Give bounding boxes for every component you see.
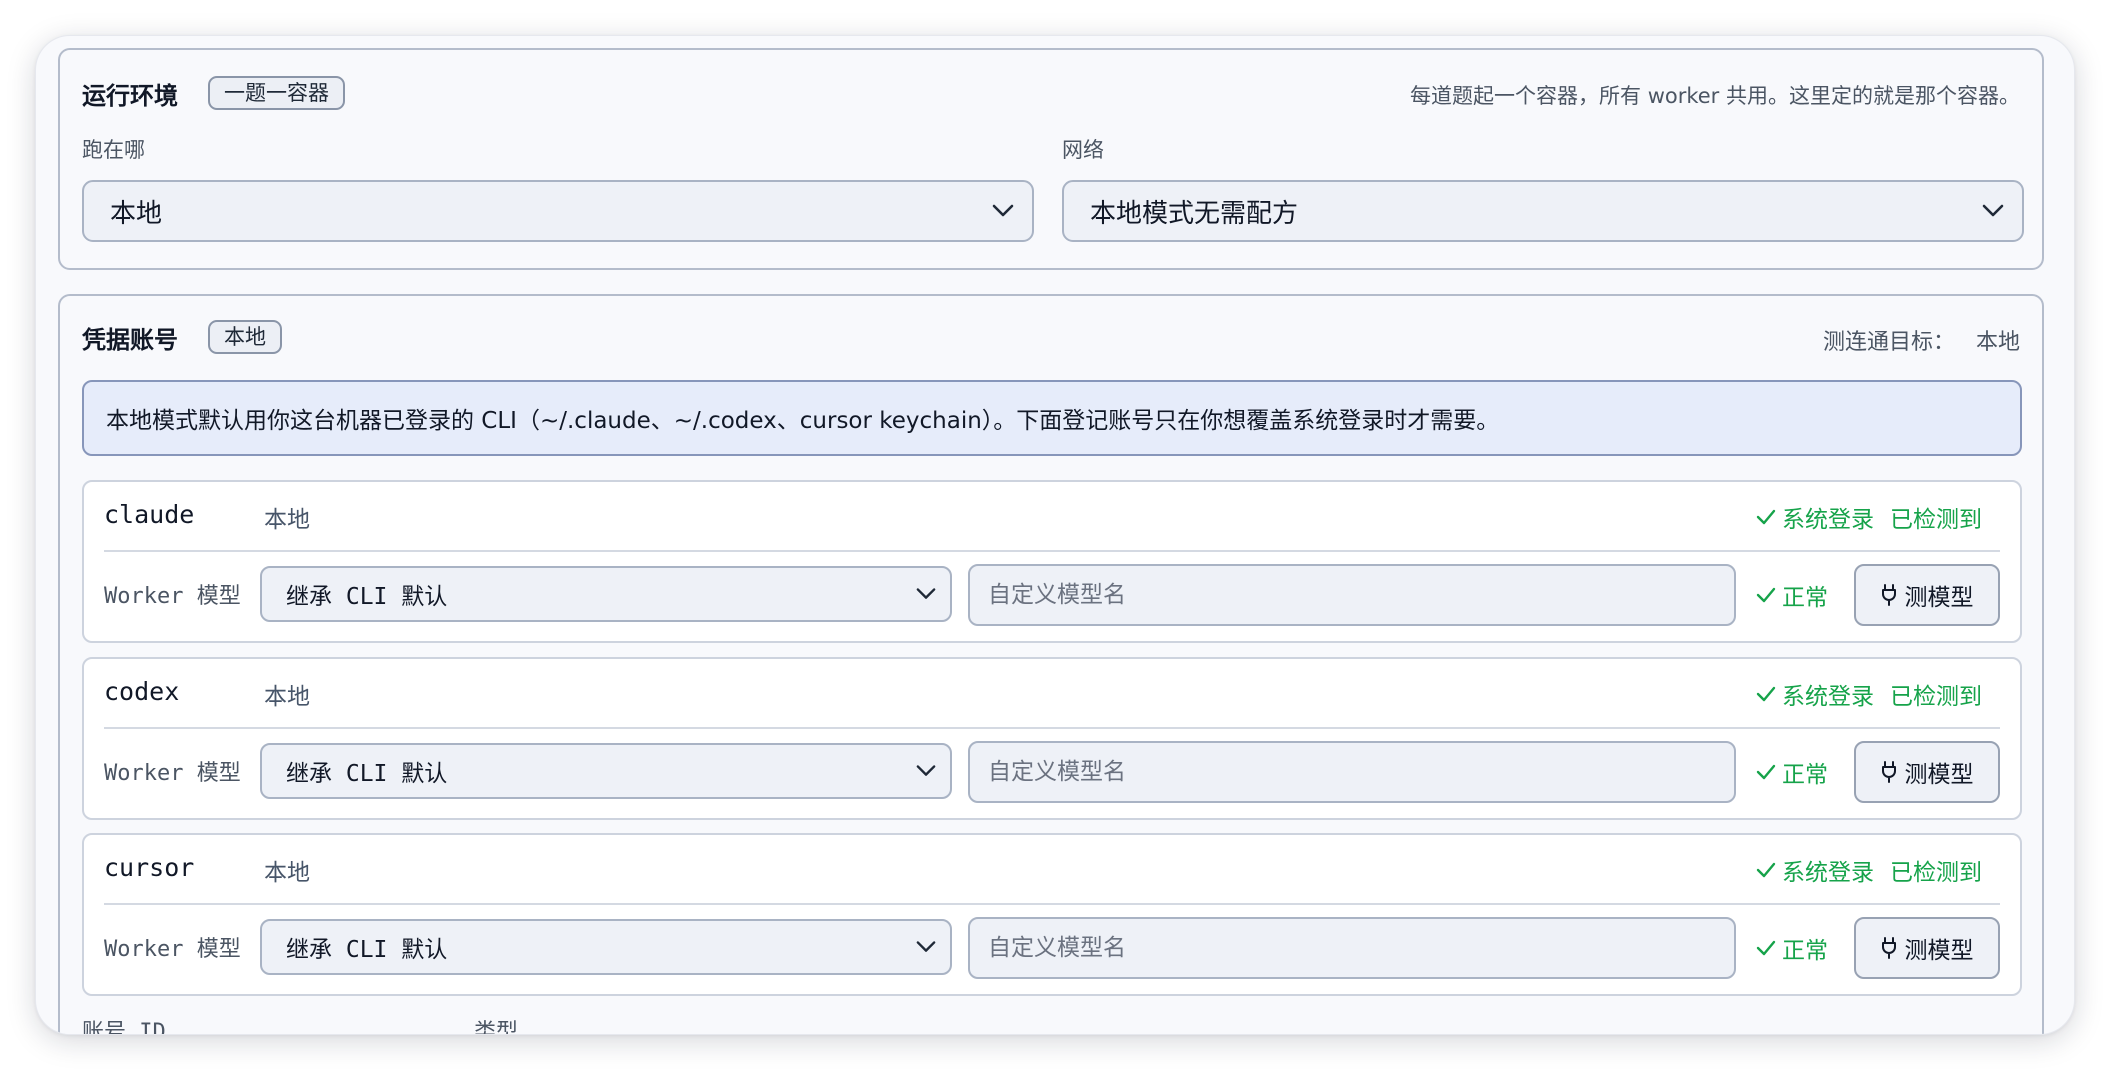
location-select[interactable]: 本地 [82, 180, 1034, 242]
credentials-title: 凭据账号 [82, 326, 178, 354]
provider-name: claude [104, 500, 195, 529]
runtime-env-help: 每道题起一个容器，所有 worker 共用。这里定的就是那个容器。 [1410, 84, 2020, 108]
worker-model-select[interactable]: 继承 CLI 默认 [260, 566, 952, 622]
login-status: 系统登录 已检测到 [1756, 677, 1982, 711]
worker-model-value: 继承 CLI 默认 [286, 937, 448, 963]
provider-name: codex [104, 677, 180, 706]
health-status-text: 正常 [1782, 938, 1828, 964]
health-status: 正常 [1756, 755, 1828, 789]
check-icon [1756, 509, 1776, 525]
chevron-down-icon [1982, 204, 2004, 217]
login-status-text: 系统登录 [1782, 684, 1874, 710]
worker-model-value: 继承 CLI 默认 [286, 761, 448, 787]
chevron-down-icon [916, 588, 936, 599]
health-status-text: 正常 [1782, 762, 1828, 788]
custom-model-input[interactable] [968, 564, 1736, 626]
provider-row-codex: codex 本地 系统登录 已检测到 Worker 模型 继承 CLI 默认 正… [82, 657, 2022, 820]
provider-scope: 本地 [264, 684, 310, 710]
network-value: 本地模式无需配方 [1090, 198, 1299, 229]
worker-model-label: Worker 模型 [104, 761, 241, 786]
connectivity-target-value: 本地 [1975, 330, 2020, 355]
worker-model-label: Worker 模型 [104, 584, 241, 609]
runtime-env-badge: 一题一容器 [208, 76, 345, 110]
provider-row-claude: claude 本地 系统登录 已检测到 Worker 模型 继承 CLI 默认 … [82, 480, 2022, 643]
detect-status-text: 已检测到 [1890, 684, 1982, 710]
provider-row-cursor: cursor 本地 系统登录 已检测到 Worker 模型 继承 CLI 默认 … [82, 833, 2022, 996]
network-label: 网络 [1062, 138, 1104, 162]
worker-model-label: Worker 模型 [104, 937, 241, 962]
login-status: 系统登录 已检测到 [1756, 500, 1982, 534]
runtime-env-title: 运行环境 [82, 82, 178, 110]
location-value: 本地 [110, 198, 163, 229]
plug-icon [1881, 761, 1896, 783]
connectivity-target: 测连通目标： 本地 [1823, 324, 2020, 356]
connectivity-target-label: 测连通目标： [1822, 330, 1955, 355]
runtime-env-card: 运行环境 一题一容器 每道题起一个容器，所有 worker 共用。这里定的就是那… [58, 48, 2044, 270]
network-select[interactable]: 本地模式无需配方 [1062, 180, 2024, 242]
provider-scope: 本地 [264, 860, 310, 886]
health-status: 正常 [1756, 578, 1828, 612]
plug-icon [1881, 937, 1896, 959]
local-mode-info-text: 本地模式默认用你这台机器已登录的 CLI（~/.claude、~/.codex、… [106, 408, 1500, 434]
check-icon [1756, 764, 1776, 780]
provider-name: cursor [104, 853, 195, 882]
worker-model-select[interactable]: 继承 CLI 默认 [260, 743, 952, 799]
health-status: 正常 [1756, 931, 1828, 965]
test-model-label: 测模型 [1904, 762, 1974, 788]
chevron-down-icon [916, 765, 936, 776]
account-id-label: 账号 ID [82, 1020, 166, 1034]
worker-model-value: 继承 CLI 默认 [286, 584, 448, 610]
login-status: 系统登录 已检测到 [1756, 853, 1982, 887]
divider [104, 727, 2000, 729]
type-label: 类型 [474, 1020, 519, 1034]
chevron-down-icon [992, 204, 1014, 217]
divider [104, 550, 2000, 552]
check-icon [1756, 686, 1776, 702]
location-label: 跑在哪 [82, 138, 145, 162]
check-icon [1756, 862, 1776, 878]
login-status-text: 系统登录 [1782, 860, 1874, 886]
worker-model-select[interactable]: 继承 CLI 默认 [260, 919, 952, 975]
test-model-button[interactable]: 测模型 [1854, 741, 2000, 803]
test-model-button[interactable]: 测模型 [1854, 564, 2000, 626]
detect-status-text: 已检测到 [1890, 860, 1982, 886]
credentials-badge: 本地 [208, 320, 282, 354]
divider [104, 903, 2000, 905]
local-mode-info: 本地模式默认用你这台机器已登录的 CLI（~/.claude、~/.codex、… [82, 380, 2022, 456]
credentials-card: 凭据账号 本地 测连通目标： 本地 本地模式默认用你这台机器已登录的 CLI（~… [58, 294, 2044, 1034]
detect-status-text: 已检测到 [1890, 507, 1982, 533]
test-model-button[interactable]: 测模型 [1854, 917, 2000, 979]
test-model-label: 测模型 [1904, 585, 1974, 611]
plug-icon [1881, 584, 1896, 606]
test-model-label: 测模型 [1904, 938, 1974, 964]
settings-window: 运行环境 一题一容器 每道题起一个容器，所有 worker 共用。这里定的就是那… [36, 36, 2074, 1034]
health-status-text: 正常 [1782, 585, 1828, 611]
chevron-down-icon [916, 941, 936, 952]
custom-model-input[interactable] [968, 741, 1736, 803]
login-status-text: 系统登录 [1782, 507, 1874, 533]
check-icon [1756, 587, 1776, 603]
check-icon [1756, 940, 1776, 956]
provider-scope: 本地 [264, 507, 310, 533]
custom-model-input[interactable] [968, 917, 1736, 979]
